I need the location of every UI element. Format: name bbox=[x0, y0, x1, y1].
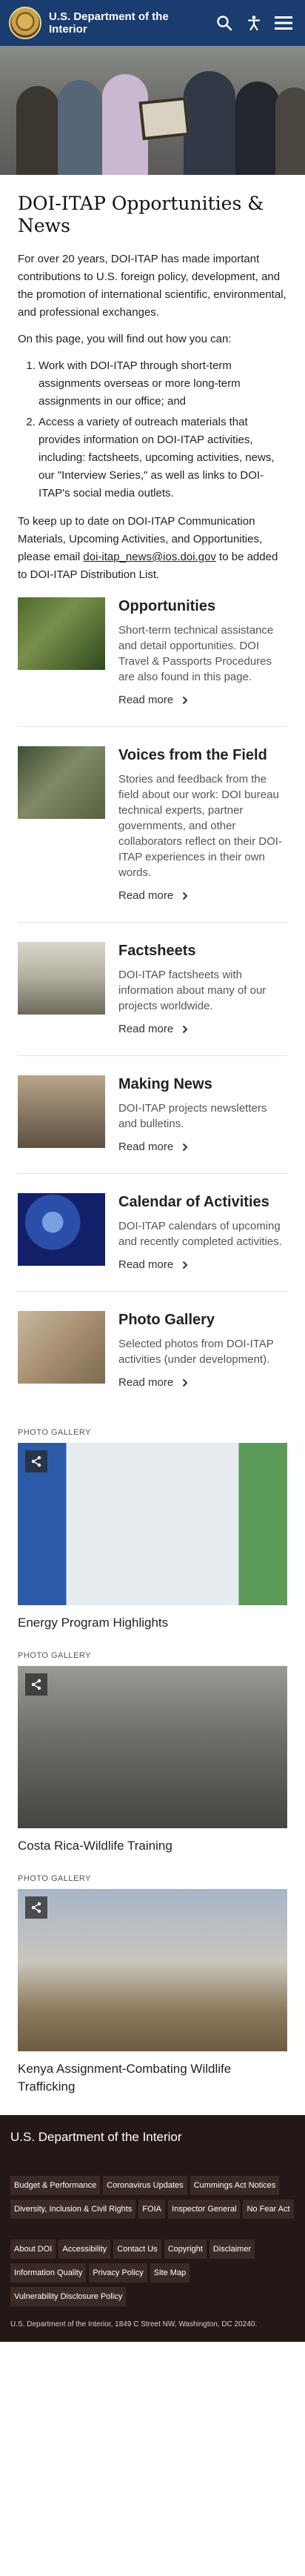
chevron-right-icon bbox=[182, 892, 188, 900]
chevron-right-icon bbox=[182, 1025, 188, 1033]
footer-link[interactable]: Site Map bbox=[150, 2263, 190, 2283]
footer-link[interactable]: Budget & Performance bbox=[10, 2176, 101, 2195]
site-title-line1: U.S. Department of the bbox=[49, 10, 169, 23]
card-calendar-of-activities: Calendar of Activities DOI-ITAP calendar… bbox=[18, 1193, 287, 1292]
hero-image bbox=[0, 46, 305, 175]
gallery-caption[interactable]: Energy Program Highlights bbox=[18, 1614, 287, 1632]
card-text: DOI-ITAP projects newsletters and bullet… bbox=[118, 1102, 267, 1130]
gallery-tag: PHOTO GALLERY bbox=[18, 1874, 92, 1883]
card-text: Stories and feedback from the field abou… bbox=[118, 773, 282, 879]
card-title[interactable]: Opportunities bbox=[118, 597, 287, 615]
newsletter-email-link[interactable]: doi-itap_news@ios.doi.gov bbox=[83, 551, 216, 563]
card-image[interactable] bbox=[18, 942, 105, 1015]
read-more-label: Read more bbox=[118, 1376, 174, 1389]
card-image[interactable] bbox=[18, 1193, 105, 1266]
photo-gallery-energy: PHOTO GALLERY Energy Program Highlights bbox=[18, 1428, 287, 1632]
footer-title: U.S. Department of the Interior bbox=[10, 2130, 182, 2144]
intro-list: Work with DOI-ITAP through short-term as… bbox=[18, 357, 287, 502]
card-title[interactable]: Making News bbox=[118, 1075, 287, 1093]
footer-links-secondary: About DOI Accessibility Contact Us Copyr… bbox=[10, 2240, 295, 2306]
read-more-label: Read more bbox=[118, 694, 174, 706]
card-text: DOI-ITAP factsheets with information abo… bbox=[118, 969, 267, 1012]
footer-link[interactable]: Cummings Act Notices bbox=[190, 2176, 280, 2195]
card-title[interactable]: Voices from the Field bbox=[118, 746, 287, 764]
card-text: DOI-ITAP calendars of upcoming and recen… bbox=[118, 1220, 282, 1248]
card-title[interactable]: Photo Gallery bbox=[118, 1311, 287, 1329]
page-title: DOI-ITAP Opportunities & News bbox=[18, 193, 264, 236]
intro-paragraph-1: For over 20 years, DOI-ITAP has made imp… bbox=[18, 253, 286, 319]
certificate-frame bbox=[138, 96, 190, 141]
intro-list-item: Access a variety of outreach materials t… bbox=[38, 414, 287, 502]
hamburger-menu-icon[interactable] bbox=[271, 10, 296, 36]
footer-link[interactable]: Contact Us bbox=[113, 2240, 161, 2259]
read-more-link[interactable]: Read more bbox=[118, 1258, 188, 1271]
gallery-photo[interactable] bbox=[18, 1889, 287, 2051]
accessibility-icon[interactable] bbox=[241, 10, 267, 36]
card-opportunities: Opportunities Short-term technical assis… bbox=[18, 597, 287, 727]
intro-list-item: Work with DOI-ITAP through short-term as… bbox=[38, 357, 287, 411]
read-more-link[interactable]: Read more bbox=[118, 694, 188, 706]
footer-link[interactable]: Vulnerability Disclosure Policy bbox=[10, 2287, 127, 2306]
card-photo-gallery: Photo Gallery Selected photos from DOI-I… bbox=[18, 1311, 287, 1409]
footer-link[interactable]: Diversity, Inclusion & Civil Rights bbox=[10, 2200, 136, 2219]
intro-paragraph-3: To keep up to date on DOI-ITAP Communica… bbox=[18, 513, 287, 584]
footer-link[interactable]: Accessibility bbox=[58, 2240, 111, 2259]
gallery-photo[interactable] bbox=[18, 1443, 287, 1605]
footer-link[interactable]: Inspector General bbox=[168, 2200, 241, 2219]
feature-cards: Opportunities Short-term technical assis… bbox=[18, 597, 287, 1409]
read-more-label: Read more bbox=[118, 1258, 174, 1271]
footer-link[interactable]: Privacy Policy bbox=[89, 2263, 147, 2283]
read-more-label: Read more bbox=[118, 1023, 174, 1035]
card-title[interactable]: Calendar of Activities bbox=[118, 1193, 287, 1211]
gallery-caption[interactable]: Kenya Assignment-Combating Wildlife Traf… bbox=[18, 2060, 287, 2096]
share-icon[interactable] bbox=[25, 1673, 47, 1696]
chevron-right-icon bbox=[182, 1143, 188, 1151]
chevron-right-icon bbox=[182, 1261, 188, 1269]
card-factsheets: Factsheets DOI-ITAP factsheets with info… bbox=[18, 942, 287, 1056]
card-text: Selected photos from DOI-ITAP activities… bbox=[118, 1338, 274, 1366]
site-footer: U.S. Department of the Interior Budget &… bbox=[0, 2115, 305, 2342]
read-more-link[interactable]: Read more bbox=[118, 1023, 188, 1035]
site-title-line2: Interior bbox=[49, 23, 87, 36]
chevron-right-icon bbox=[182, 696, 188, 704]
gallery-caption[interactable]: Costa Rica-Wildlife Training bbox=[18, 1837, 287, 1855]
intro-section: For over 20 years, DOI-ITAP has made imp… bbox=[18, 250, 287, 584]
footer-links-primary: Budget & Performance Coronavirus Updates… bbox=[10, 2176, 295, 2219]
card-image[interactable] bbox=[18, 746, 105, 819]
gallery-tag: PHOTO GALLERY bbox=[18, 1428, 92, 1437]
card-image[interactable] bbox=[18, 1311, 105, 1384]
gallery-photo[interactable] bbox=[18, 1666, 287, 1828]
search-icon[interactable] bbox=[212, 10, 237, 36]
card-title[interactable]: Factsheets bbox=[118, 942, 287, 960]
footer-link[interactable]: Information Quality bbox=[10, 2263, 87, 2283]
intro-paragraph-2: On this page, you will find out how you … bbox=[18, 333, 232, 345]
read-more-label: Read more bbox=[118, 1141, 174, 1153]
photo-gallery-kenya: PHOTO GALLERY Kenya Assignment-Combating… bbox=[18, 1874, 287, 2096]
read-more-label: Read more bbox=[118, 889, 174, 902]
photo-gallery-costa-rica: PHOTO GALLERY Costa Rica-Wildlife Traini… bbox=[18, 1651, 287, 1855]
card-image[interactable] bbox=[18, 1075, 105, 1148]
footer-link[interactable]: Disclaimer bbox=[209, 2240, 255, 2259]
footer-link[interactable]: Copyright bbox=[164, 2240, 207, 2259]
footer-link[interactable]: Coronavirus Updates bbox=[103, 2176, 187, 2195]
card-image[interactable] bbox=[18, 597, 105, 670]
gallery-tag: PHOTO GALLERY bbox=[18, 1651, 92, 1660]
footer-link[interactable]: About DOI bbox=[10, 2240, 56, 2259]
main-content: DOI-ITAP Opportunities & News For over 2… bbox=[0, 193, 305, 2096]
footer-address: U.S. Department of the Interior, 1849 C … bbox=[10, 2320, 258, 2328]
card-making-news: Making News DOI-ITAP projects newsletter… bbox=[18, 1075, 287, 1174]
share-icon[interactable] bbox=[25, 1450, 47, 1473]
footer-link[interactable]: FOIA bbox=[138, 2200, 166, 2219]
card-text: Short-term technical assistance and deta… bbox=[118, 624, 274, 683]
footer-link[interactable]: No Fear Act bbox=[243, 2200, 294, 2219]
read-more-link[interactable]: Read more bbox=[118, 1376, 188, 1389]
site-header: U.S. Department of the Interior bbox=[0, 0, 305, 46]
chevron-right-icon bbox=[182, 1378, 188, 1387]
read-more-link[interactable]: Read more bbox=[118, 1141, 188, 1153]
read-more-link[interactable]: Read more bbox=[118, 889, 188, 902]
share-icon[interactable] bbox=[25, 1896, 47, 1919]
site-title[interactable]: U.S. Department of the Interior bbox=[49, 10, 207, 36]
card-voices-from-the-field: Voices from the Field Stories and feedba… bbox=[18, 746, 287, 923]
doi-seal-logo[interactable] bbox=[9, 7, 41, 39]
